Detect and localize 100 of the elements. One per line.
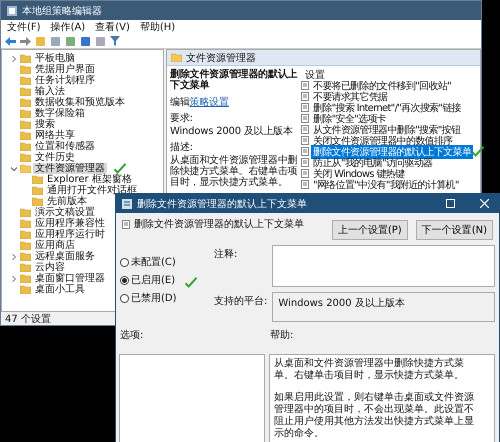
tree-item[interactable]: 演示文稿设置 — [33, 207, 97, 218]
folder-icon — [20, 120, 31, 129]
tree-item[interactable]: Explorer 框架窗格 — [45, 174, 134, 185]
tree-item[interactable]: 云内容 — [33, 262, 67, 273]
chevron-icon[interactable] — [11, 254, 17, 260]
status-text: 47 个设置 — [5, 312, 51, 326]
policy-icon — [122, 220, 130, 228]
policy-icon — [301, 180, 309, 189]
setting-item[interactable]: 不要将已删除的文件移到"回收站" — [311, 78, 453, 92]
policy-title: 删除文件资源管理器的默认上下文菜单 — [170, 69, 298, 91]
folder-icon — [20, 87, 31, 96]
folder-icon — [20, 219, 31, 228]
folder-icon — [20, 263, 31, 272]
tree-item[interactable]: 平板电脑 — [33, 53, 77, 64]
nav-button[interactable]: 上一个设置(P) — [332, 220, 408, 240]
comment-field[interactable] — [272, 245, 495, 287]
setting-item[interactable]: 不要请求其它凭据 — [311, 90, 390, 104]
radio-label: 已禁用(D) — [131, 292, 177, 305]
comment-label: 注释: — [214, 248, 238, 261]
description-text: 从桌面和文件资源管理器中删除快捷方式菜单。右键单击项目时，显示快捷方式菜单。 — [170, 155, 298, 188]
chevron-icon[interactable] — [11, 166, 17, 172]
policy-icon — [301, 92, 309, 101]
folder-icon — [20, 98, 31, 107]
setting-item[interactable]: 防止从"我的电脑"访问驱动器 — [311, 156, 434, 170]
tree-item[interactable]: 数据收集和预览版本 — [33, 97, 127, 108]
requirements-text: Windows 2000 及以上版本 — [170, 126, 294, 137]
setting-item[interactable]: 删除文件资源管理器的默认上下文菜单 — [311, 144, 474, 158]
chevron-icon[interactable] — [11, 276, 17, 282]
folder-icon — [32, 197, 43, 206]
policy-icon — [301, 147, 309, 156]
tree-item[interactable]: 位置和传感器 — [33, 141, 97, 152]
folder-icon — [20, 274, 31, 283]
tree-item[interactable]: 输入法 — [33, 86, 67, 97]
setting-item[interactable]: 删除"安全"选项卡 — [311, 112, 388, 126]
nav-button[interactable]: 下一个设置(N) — [416, 220, 493, 240]
folder-icon — [20, 142, 31, 151]
help-text: 如果启用此设置，则右键单击桌面或文件资源管理器中的项目时，不会出现菜单。此设置不阻止用户使用其他方法发出快捷方式菜单上显示的命令。 — [274, 392, 475, 440]
app-icon — [7, 6, 17, 16]
menu-item[interactable]: 查看(V) — [95, 20, 130, 34]
setting-item[interactable]: 关闭 Windows 键热键 — [311, 166, 406, 180]
policy-icon — [301, 81, 309, 90]
radio-button[interactable] — [120, 258, 129, 266]
chevron-icon[interactable] — [11, 56, 17, 62]
window-title: 本地组策略编辑器 — [22, 4, 102, 18]
folder-icon — [20, 131, 31, 140]
platform-label: 支持的平台: — [214, 294, 268, 308]
tree-item[interactable]: 数字保险箱 — [33, 108, 87, 119]
menu-item[interactable]: 文件(F) — [7, 20, 41, 34]
setting-item[interactable]: 删除"搜索 Internet"/"再次搜索"链接 — [311, 100, 463, 114]
setting-item[interactable]: 关闭文件资源管理器中的数值排序 — [311, 134, 455, 148]
policy-icon — [301, 158, 309, 167]
description-label: 描述: — [170, 142, 194, 153]
platform-field: Windows 2000 及以上版本 — [272, 292, 495, 322]
policy-icon — [301, 125, 309, 134]
tree-item[interactable]: 桌面窗口管理器 — [33, 273, 107, 284]
back-arrow-icon[interactable] — [5, 36, 16, 46]
menu-item[interactable]: 帮助(H) — [140, 20, 176, 34]
column-header[interactable]: 设置 — [301, 68, 480, 80]
dialog-title: 删除文件资源管理器的默认上下文菜单 — [137, 198, 308, 210]
setting-item[interactable]: "网络位置"中没有"我附近的计算机" — [311, 178, 461, 192]
tree-item[interactable]: 文件历史 — [33, 152, 77, 163]
folder-icon — [20, 230, 31, 239]
setting-item[interactable]: 从文件资源管理器中删除"搜索"按钮 — [311, 122, 462, 136]
tree-item[interactable]: 网络共享 — [33, 130, 77, 141]
tree-item[interactable]: 远程桌面服务 — [33, 251, 97, 262]
maximize-icon[interactable] — [446, 199, 455, 208]
radio-button[interactable] — [120, 294, 129, 302]
forward-arrow-icon[interactable] — [20, 36, 31, 46]
tree-item[interactable]: 应用程序兼容性 — [33, 218, 107, 229]
policy-settings-link[interactable]: 策略设置 — [190, 97, 229, 108]
menu-item[interactable]: 操作(A) — [50, 20, 86, 34]
tree-item[interactable]: 凭据用户界面 — [33, 64, 97, 75]
close-icon[interactable] — [480, 199, 489, 208]
radio-button[interactable] — [120, 276, 129, 284]
tree-item[interactable]: 搜索 — [33, 119, 57, 130]
tree-item[interactable]: 先前版本 — [45, 196, 89, 207]
filter-icon[interactable] — [110, 36, 120, 46]
folder-icon — [20, 65, 31, 74]
folder-icon — [20, 285, 31, 294]
folder-icon — [20, 208, 31, 217]
help-label: 帮助: — [270, 328, 294, 342]
edit-text: 编辑策略设置 — [170, 97, 230, 108]
help-text: 从桌面和文件资源管理器中删除快捷方式菜单。右键单击项目时，显示快捷方式菜单。 — [274, 358, 465, 382]
policy-icon — [301, 103, 309, 112]
dialog-heading: 删除文件资源管理器的默认上下文菜单 — [134, 218, 304, 231]
tree-item[interactable]: 应用程序运行时 — [33, 229, 107, 240]
tree-item[interactable]: 文件资源管理器 — [33, 163, 107, 174]
requirements-label: 要求: — [170, 113, 194, 124]
policy-icon — [122, 198, 132, 208]
folder-icon — [171, 53, 182, 62]
policy-icon — [301, 114, 309, 123]
folder-icon — [20, 153, 31, 162]
folder-icon — [20, 164, 31, 173]
policy-icon — [301, 136, 309, 145]
tree-item[interactable]: 应用商店 — [33, 240, 77, 251]
policy-icon — [301, 169, 309, 178]
tree-item[interactable]: 桌面小工具 — [33, 284, 87, 295]
options-label: 选项: — [120, 328, 144, 342]
tree-item[interactable]: 任务计划程序 — [33, 75, 97, 86]
folder-icon — [20, 252, 31, 261]
